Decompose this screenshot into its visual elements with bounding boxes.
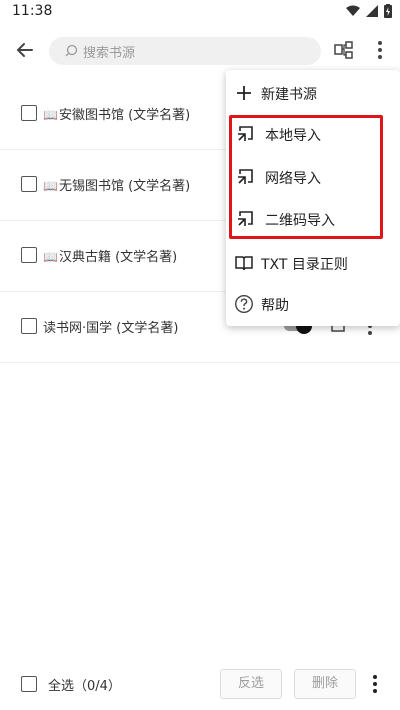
menu-item-label: TXT 目录正则 — [261, 257, 348, 273]
group-button[interactable] — [333, 39, 355, 61]
item-checkbox[interactable] — [21, 176, 37, 192]
open-book-icon — [235, 256, 253, 271]
status-icons — [346, 4, 392, 18]
overflow-menu: 新建书源 本地导入 网络导入 二维码导入 TXT 目录正则 帮助 — [226, 70, 400, 326]
more-vert-icon — [373, 675, 377, 693]
bottom-action-bar: 全选（0/4） 反选 删除 — [0, 662, 400, 710]
arrow-back-icon — [16, 43, 33, 57]
battery-icon — [384, 4, 392, 18]
book-icon: 📖 — [43, 108, 58, 122]
delete-button[interactable]: 删除 — [294, 669, 356, 699]
menu-item-label: 帮助 — [261, 298, 289, 314]
status-bar: 11:38 — [0, 0, 400, 26]
back-button[interactable] — [12, 38, 38, 62]
select-all-checkbox[interactable] — [21, 676, 37, 692]
menu-item-help[interactable]: 帮助 — [226, 284, 400, 324]
select-all-label: 全选（0/4） — [48, 679, 121, 694]
book-icon: 📖 — [43, 179, 58, 193]
bottom-more-button[interactable] — [370, 673, 380, 695]
item-checkbox[interactable] — [21, 105, 37, 121]
highlight-box — [229, 115, 383, 239]
plus-icon — [237, 86, 251, 100]
item-label: 读书网·国学 (文学名著) — [43, 317, 178, 336]
menu-item-new-source[interactable]: 新建书源 — [226, 73, 400, 113]
item-checkbox[interactable] — [21, 318, 37, 334]
book-icon: 📖 — [43, 250, 58, 264]
item-label: 📖汉典古籍 (文学名著) — [43, 246, 177, 265]
menu-item-label: 新建书源 — [261, 87, 317, 103]
toolbar: 搜索书源 — [0, 26, 400, 74]
signal-icon — [366, 5, 378, 17]
search-placeholder: 搜索书源 — [83, 46, 136, 61]
search-input[interactable]: 搜索书源 — [49, 37, 321, 65]
status-time: 11:38 — [12, 3, 53, 19]
item-name: 汉典古籍 (文学名著) — [58, 250, 178, 265]
more-vert-icon — [378, 41, 382, 59]
search-icon — [65, 44, 78, 57]
item-label: 📖安徽图书馆 (文学名著) — [43, 104, 190, 123]
item-label: 📖无锡图书馆 (文学名著) — [43, 175, 190, 194]
item-checkbox[interactable] — [21, 247, 37, 263]
help-icon — [234, 294, 254, 314]
wifi-icon — [346, 5, 360, 16]
item-name: 读书网·国学 (文学名著) — [43, 321, 179, 336]
item-name: 安徽图书馆 (文学名著) — [58, 108, 191, 123]
more-options-button[interactable] — [370, 38, 390, 62]
menu-item-txt-toc-rule[interactable]: TXT 目录正则 — [226, 243, 400, 283]
invert-selection-button[interactable]: 反选 — [220, 669, 282, 699]
group-tree-icon — [334, 41, 353, 59]
item-name: 无锡图书馆 (文学名著) — [58, 179, 191, 194]
